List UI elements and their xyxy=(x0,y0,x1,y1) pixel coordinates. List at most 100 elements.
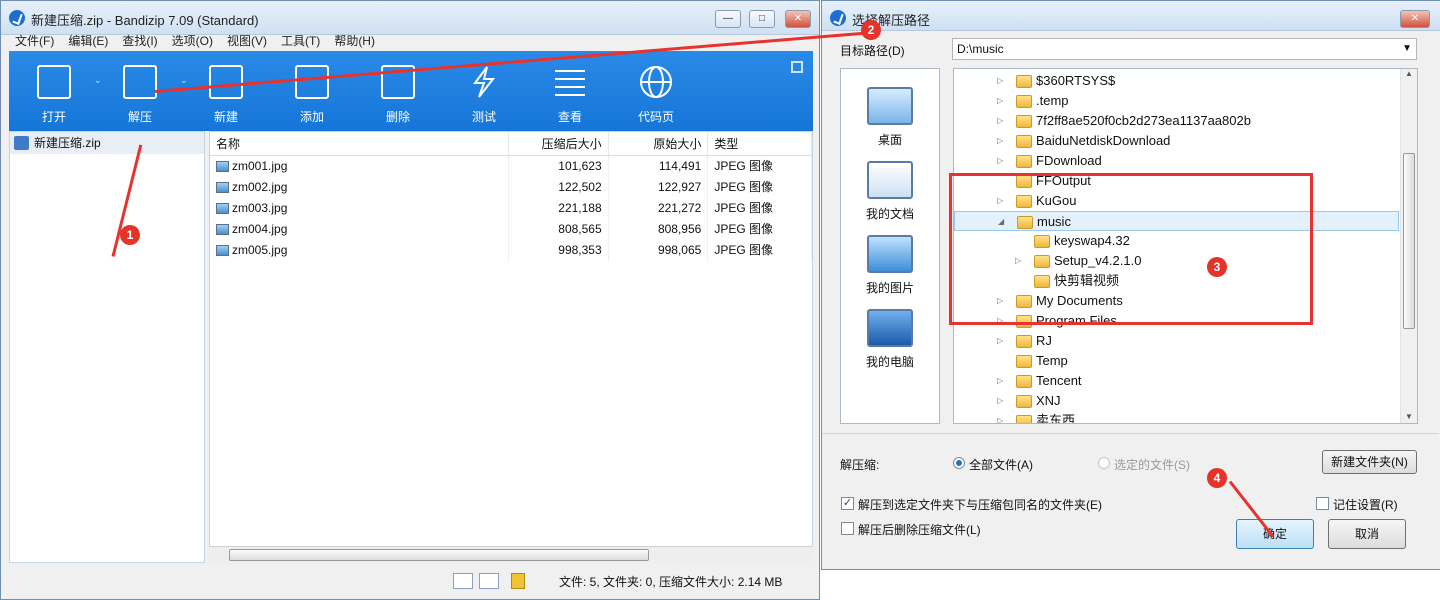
extract-to-subfolder-checkbox[interactable]: ✓ xyxy=(841,497,854,510)
extract-path-dialog: 选择解压路径 ✕ 目标路径(D) D:\music ▼ 桌面 我的文档 我的图片 … xyxy=(821,0,1440,570)
target-path-label: 目标路径(D) xyxy=(840,44,905,58)
folder-tree-item[interactable]: ▷ 卖东西 xyxy=(954,411,1399,423)
menu-tools[interactable]: 工具(T) xyxy=(281,31,320,51)
expand-arrow-icon[interactable]: ▷ xyxy=(997,91,1003,111)
new-archive-icon xyxy=(209,65,243,99)
folder-tree-item[interactable]: ▷ 7f2ff8ae520f0cb2d273ea1137aa802b xyxy=(954,111,1399,131)
pictures-icon xyxy=(867,235,913,273)
cancel-button[interactable]: 取消 xyxy=(1328,519,1406,549)
place-computer-label: 我的电脑 xyxy=(865,355,914,369)
column-name[interactable]: 名称 xyxy=(210,132,509,155)
folder-tree-item[interactable]: ▷ RJ xyxy=(954,331,1399,351)
expand-arrow-icon[interactable]: ▷ xyxy=(997,411,1003,423)
remember-settings-checkbox[interactable] xyxy=(1316,497,1329,510)
main-titlebar[interactable]: 新建压缩.zip - Bandizip 7.09 (Standard) — □ … xyxy=(1,1,819,35)
ok-button[interactable]: 确定 xyxy=(1236,519,1314,549)
open-button[interactable]: 打开 ⌄ xyxy=(17,51,103,131)
place-desktop[interactable]: 桌面 xyxy=(841,87,939,148)
expand-arrow-icon[interactable]: ▷ xyxy=(997,131,1003,151)
menu-edit[interactable]: 编辑(E) xyxy=(68,31,108,51)
scrollbar-thumb[interactable] xyxy=(1403,153,1415,329)
file-compressed-size: 122,502 xyxy=(509,177,609,198)
menu-options[interactable]: 选项(O) xyxy=(172,31,213,51)
all-files-radio[interactable] xyxy=(953,457,965,469)
scrollbar-thumb[interactable] xyxy=(229,549,649,561)
extract-label: 解压缩: xyxy=(840,458,880,472)
expand-arrow-icon[interactable]: ▷ xyxy=(997,391,1003,411)
folder-tree-item[interactable]: ▷ $360RTSYS$ xyxy=(954,71,1399,91)
selected-files-label: 选定的文件(S) xyxy=(1114,458,1190,472)
open-label: 打开 xyxy=(41,110,66,124)
image-file-icon xyxy=(216,182,229,193)
dialog-titlebar[interactable]: 选择解压路径 ✕ xyxy=(822,1,1440,31)
expand-arrow-icon[interactable]: ▷ xyxy=(997,151,1003,171)
target-path-combobox[interactable]: D:\music ▼ xyxy=(952,38,1417,60)
view-button[interactable]: 查看 xyxy=(533,51,619,131)
minimize-button[interactable]: — xyxy=(715,10,741,28)
folder-tree-item[interactable]: Temp xyxy=(954,351,1399,371)
scroll-down-icon[interactable]: ▼ xyxy=(1401,412,1417,421)
folder-icon xyxy=(1016,395,1032,408)
folder-tree-item[interactable]: ▷ .temp xyxy=(954,91,1399,111)
table-row[interactable]: zm003.jpg 221,188 221,272 JPEG 图像 xyxy=(210,198,812,219)
archive-tree-item[interactable]: 新建压缩.zip xyxy=(10,132,204,154)
table-row[interactable]: zm002.jpg 122,502 122,927 JPEG 图像 xyxy=(210,177,812,198)
folder-icon xyxy=(1016,115,1032,128)
folder-tree-item[interactable]: ▷ XNJ xyxy=(954,391,1399,411)
horizontal-scrollbar[interactable] xyxy=(209,546,813,563)
add-button[interactable]: 添加 xyxy=(275,51,361,131)
test-icon xyxy=(467,65,501,99)
place-computer[interactable]: 我的电脑 xyxy=(841,309,939,370)
column-original-size[interactable]: 原始大小 xyxy=(609,132,709,155)
file-compressed-size: 808,565 xyxy=(509,219,609,240)
table-row[interactable]: zm004.jpg 808,565 808,956 JPEG 图像 xyxy=(210,219,812,240)
close-button[interactable]: ✕ xyxy=(785,10,811,28)
menu-help[interactable]: 帮助(H) xyxy=(334,31,375,51)
chevron-down-icon[interactable]: ⌄ xyxy=(94,75,102,86)
folder-name: FDownload xyxy=(1036,153,1102,168)
new-folder-button[interactable]: 新建文件夹(N) xyxy=(1322,450,1417,474)
expand-arrow-icon[interactable]: ▷ xyxy=(997,371,1003,391)
folder-tree-item[interactable]: ▷ BaiduNetdiskDownload xyxy=(954,131,1399,151)
details-view-icon[interactable] xyxy=(453,573,473,589)
place-pictures[interactable]: 我的图片 xyxy=(841,235,939,296)
scroll-up-icon[interactable]: ▲ xyxy=(1401,69,1417,78)
archive-info-icon[interactable] xyxy=(511,573,525,589)
file-type: JPEG 图像 xyxy=(708,219,812,240)
expand-arrow-icon[interactable]: ▷ xyxy=(997,71,1003,91)
menu-file[interactable]: 文件(F) xyxy=(15,31,54,51)
vertical-scrollbar[interactable]: ▲ ▼ xyxy=(1400,69,1417,423)
layout-grid-icon[interactable] xyxy=(791,61,803,73)
codepage-button[interactable]: 代码页 xyxy=(619,51,705,131)
test-label: 测试 xyxy=(471,110,496,124)
new-archive-button[interactable]: 新建 xyxy=(189,51,275,131)
file-compressed-size: 998,353 xyxy=(509,240,609,261)
expand-arrow-icon[interactable]: ▷ xyxy=(997,111,1003,131)
column-type[interactable]: 类型 xyxy=(708,132,812,155)
bandizip-main-window: 新建压缩.zip - Bandizip 7.09 (Standard) — □ … xyxy=(0,0,820,600)
table-row[interactable]: zm001.jpg 101,623 114,491 JPEG 图像 xyxy=(210,156,812,177)
menu-view[interactable]: 视图(V) xyxy=(227,31,267,51)
selected-files-radio[interactable] xyxy=(1098,457,1110,469)
folder-name: 7f2ff8ae520f0cb2d273ea1137aa802b xyxy=(1036,113,1251,128)
column-compressed-size[interactable]: 压缩后大小 xyxy=(509,132,609,155)
place-documents[interactable]: 我的文档 xyxy=(841,161,939,222)
zip-file-icon xyxy=(14,136,29,150)
thumbnail-view-icon[interactable] xyxy=(479,573,499,589)
dialog-close-button[interactable]: ✕ xyxy=(1400,10,1430,28)
documents-icon xyxy=(867,161,913,199)
delete-button[interactable]: 删除 xyxy=(361,51,447,131)
menu-find[interactable]: 查找(I) xyxy=(122,31,157,51)
file-original-size: 122,927 xyxy=(609,177,709,198)
delete-after-extract-checkbox[interactable] xyxy=(841,522,854,535)
expand-arrow-icon[interactable]: ▷ xyxy=(997,331,1003,351)
view-icon xyxy=(553,65,587,99)
table-row[interactable]: zm005.jpg 998,353 998,065 JPEG 图像 xyxy=(210,240,812,261)
folder-tree-item[interactable]: ▷ Tencent xyxy=(954,371,1399,391)
image-file-icon xyxy=(216,203,229,214)
folder-tree-item[interactable]: ▷ FDownload xyxy=(954,151,1399,171)
chevron-down-icon[interactable]: ▼ xyxy=(1402,39,1412,59)
maximize-button[interactable]: □ xyxy=(749,10,775,28)
dialog-divider xyxy=(822,433,1439,434)
chevron-down-icon[interactable]: ⌄ xyxy=(180,75,188,86)
